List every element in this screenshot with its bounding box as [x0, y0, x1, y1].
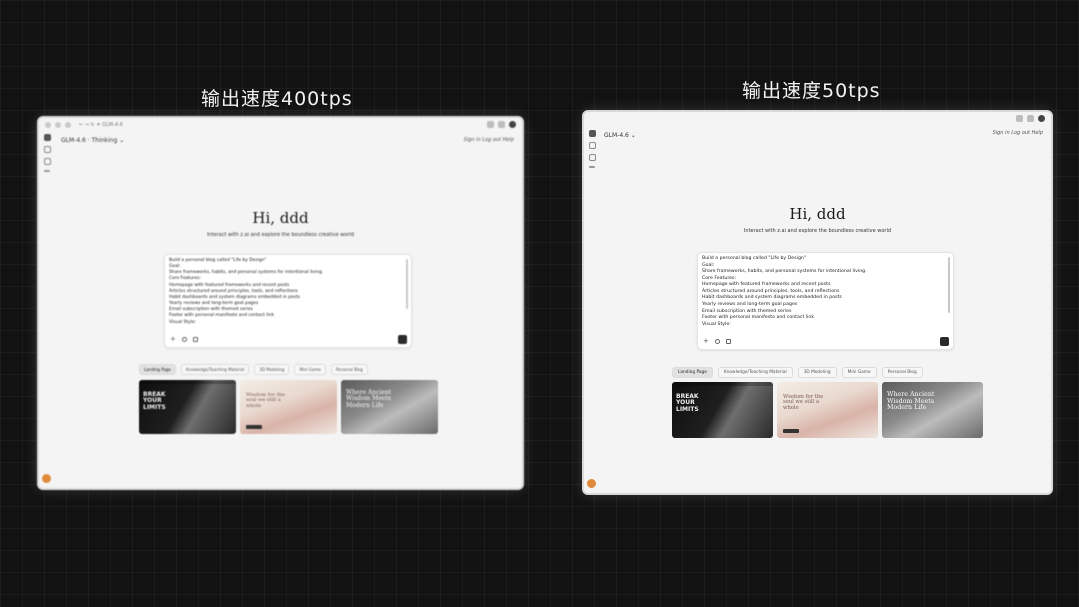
prompt-line: Build a personal blog called "Life by De… — [702, 256, 807, 261]
header-links[interactable]: Sign in Log out Help — [993, 130, 1043, 136]
tools-icon[interactable] — [725, 339, 731, 344]
add-icon[interactable]: + — [703, 338, 709, 345]
send-button[interactable] — [940, 337, 949, 346]
prompt-text: Build a personal blog called "Life by De… — [169, 258, 323, 326]
titlebar — [584, 112, 1051, 126]
subtitle: Interact with z.ai and explore the bound… — [743, 228, 892, 234]
thumb-cta — [783, 429, 799, 433]
template-thumbnails: BREAK YOUR LIMITS Wisdom for the soul we… — [139, 380, 438, 434]
app-window-left: ← → ↻ ✦ GLM-4.6 GLM-4.6 · Thinking ⌄ Sig… — [37, 116, 524, 490]
expand-icon[interactable] — [589, 166, 595, 168]
chip-mini-game[interactable]: Mini Game — [841, 367, 877, 378]
thumbnail-card[interactable]: BREAK YOUR LIMITS — [672, 382, 773, 438]
model-label: GLM-4.6 ⌄ — [604, 132, 636, 139]
menu-icon[interactable] — [588, 130, 596, 137]
header-links[interactable]: Sign in Log out Help — [464, 137, 514, 143]
chip-knowledge[interactable]: Knowledge/Teaching Material — [180, 364, 250, 375]
scrollbar[interactable] — [948, 257, 950, 313]
prompt-line: Visual Style: — [702, 321, 731, 327]
prompt-line: Homepage with featured frameworks and re… — [702, 282, 831, 288]
thumbnail-heading: BREAK YOUR LIMITS — [676, 393, 699, 413]
thumb-navbar — [672, 382, 773, 386]
thumbnail-heading: Wisdom for the soul we still a whole — [783, 394, 824, 411]
thumb-navbar — [139, 380, 236, 384]
prompt-input[interactable]: Build a personal blog called "Life by De… — [697, 252, 954, 350]
model-selector[interactable]: GLM-4.6 ⌄ — [604, 132, 636, 139]
settings-icon[interactable] — [498, 121, 505, 128]
add-icon[interactable]: + — [170, 336, 176, 343]
chip-landing-page[interactable]: Landing Page — [672, 367, 713, 378]
scrollbar[interactable] — [406, 259, 408, 309]
history-icon[interactable] — [43, 158, 51, 165]
settings-icon[interactable] — [1027, 115, 1034, 122]
thumbnail-heading: Wisdom for the soul we still a whole — [246, 392, 285, 409]
chip-personal-blog[interactable]: Personal Blog — [330, 364, 368, 375]
menu-icon[interactable] — [43, 134, 51, 141]
avatar[interactable] — [509, 121, 516, 128]
thumbnail-card[interactable]: Where Ancient Wisdom Meets Modern Life — [882, 382, 983, 438]
sidebar — [587, 130, 597, 168]
sidebar — [42, 134, 52, 172]
prompt-text: Build a personal blog called "Life by De… — [702, 256, 867, 328]
subtitle: Interact with z.ai and explore the bound… — [206, 232, 355, 238]
prompt-line: Yearly reviews and long-term goal pages — [702, 302, 798, 308]
user-avatar[interactable] — [42, 474, 51, 483]
template-chips: Landing Page Knowledge/Teaching Material… — [672, 367, 923, 378]
share-icon[interactable] — [487, 121, 494, 128]
thumbnail-card[interactable]: Where Ancient Wisdom Meets Modern Life — [341, 380, 438, 434]
new-chat-icon[interactable] — [588, 142, 596, 149]
new-chat-icon[interactable] — [43, 146, 51, 153]
prompt-line: Footer with personal manifesto and conta… — [702, 315, 815, 321]
template-chips: Landing Page Knowledge/Teaching Material… — [139, 364, 368, 375]
titlebar: ← → ↻ ✦ GLM-4.6 — [39, 118, 522, 132]
expand-icon[interactable] — [44, 170, 50, 172]
prompt-line: Share frameworks, habits, and personal s… — [702, 269, 867, 275]
share-icon[interactable] — [1016, 115, 1023, 122]
reload-icon[interactable] — [65, 122, 71, 128]
thumbnail-heading: Where Ancient Wisdom Meets Modern Life — [346, 389, 392, 409]
forward-icon[interactable] — [55, 122, 61, 128]
panel-title-left: 输出速度400tps — [201, 88, 353, 110]
avatar[interactable] — [1038, 115, 1045, 122]
prompt-input[interactable]: Build a personal blog called "Life by De… — [164, 254, 412, 348]
thumbnail-card[interactable]: BREAK YOUR LIMITS — [139, 380, 236, 434]
template-thumbnails: BREAK YOUR LIMITS Wisdom for the soul we… — [672, 382, 983, 438]
globe-icon[interactable] — [714, 339, 720, 344]
chip-personal-blog[interactable]: Personal Blog — [881, 367, 923, 378]
greeting: Hi, ddd — [252, 209, 309, 227]
thumbnail-card[interactable]: Wisdom for the soul we still a whole — [240, 380, 337, 434]
panel-title-right: 输出速度50tps — [742, 80, 881, 102]
thumbnail-heading: BREAK YOUR LIMITS — [143, 391, 166, 411]
thumbnail-card[interactable]: Wisdom for the soul we still a whole — [777, 382, 878, 438]
tools-icon[interactable] — [192, 337, 198, 342]
back-icon[interactable] — [45, 122, 51, 128]
greeting: Hi, ddd — [789, 205, 846, 223]
prompt-line: Visual Style: — [169, 319, 197, 325]
user-avatar[interactable] — [587, 479, 596, 488]
send-button[interactable] — [398, 335, 407, 344]
chip-3d-modeling[interactable]: 3D Modeling — [254, 364, 290, 375]
globe-icon[interactable] — [181, 337, 187, 342]
address-text: ← → ↻ ✦ GLM-4.6 — [79, 122, 123, 128]
history-icon[interactable] — [588, 154, 596, 161]
thumbnail-heading: Where Ancient Wisdom Meets Modern Life — [887, 391, 935, 412]
chip-knowledge[interactable]: Knowledge/Teaching Material — [717, 367, 793, 378]
chip-3d-modeling[interactable]: 3D Modeling — [797, 367, 837, 378]
thumb-cta — [246, 425, 262, 429]
app-window-right: GLM-4.6 ⌄ Sign in Log out Help Hi, ddd I… — [582, 110, 1053, 495]
model-selector[interactable]: GLM-4.6 · Thinking ⌄ — [61, 137, 124, 144]
chip-mini-game[interactable]: Mini Game — [294, 364, 326, 375]
chip-landing-page[interactable]: Landing Page — [139, 364, 176, 375]
model-label: GLM-4.6 · Thinking ⌄ — [61, 137, 125, 144]
